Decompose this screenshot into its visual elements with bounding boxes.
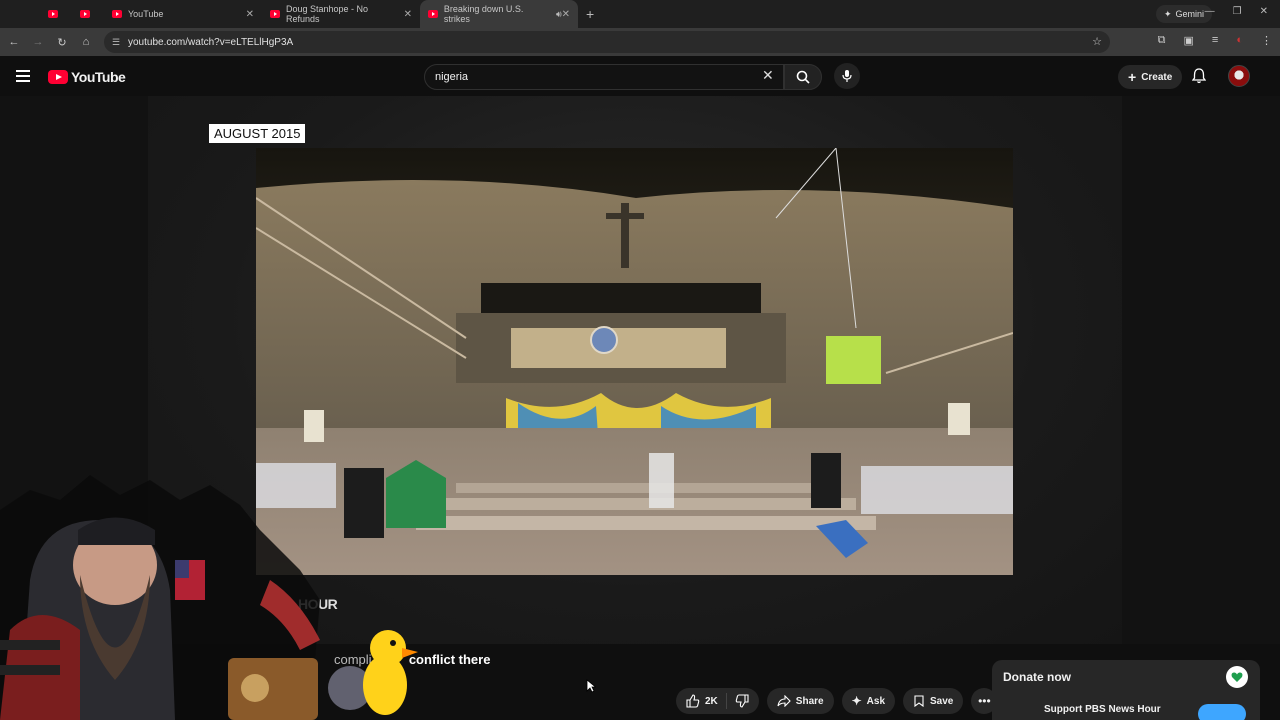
account-avatar[interactable] — [1228, 65, 1250, 87]
voice-search-button[interactable] — [834, 63, 860, 89]
like-dislike-group: 2K — [676, 688, 759, 714]
search-value: nigeria — [435, 71, 469, 83]
extension-toolbar: ⧉ ▣ ≡ ◐ ⋮ — [1158, 34, 1272, 47]
new-tab-icon[interactable]: + — [586, 6, 594, 22]
share-icon — [777, 695, 791, 707]
youtube-play-icon — [48, 70, 68, 84]
url-text: youtube.com/watch?v=eLTELlHgP3A — [128, 36, 294, 48]
close-icon[interactable]: ✕ — [246, 9, 254, 20]
save-playlist-icon — [914, 695, 924, 707]
donate-subtitle: Support PBS News Hour — [1044, 704, 1161, 715]
more-dots-icon: ••• — [978, 694, 991, 708]
plus-icon: + — [1128, 69, 1137, 85]
youtube-favicon-icon — [80, 10, 90, 18]
thumbs-up-icon — [686, 694, 700, 708]
donate-card[interactable]: Donate now Support PBS News Hour — [992, 660, 1260, 720]
minimize-icon[interactable]: — — [1205, 6, 1215, 17]
video-actions-bar: 2K Share ✦ Ask Save ••• — [676, 688, 998, 716]
profile-icon[interactable]: ◐ — [1236, 34, 1243, 47]
restore-icon[interactable]: ❐ — [1233, 6, 1242, 17]
ask-button[interactable]: ✦ Ask — [841, 688, 896, 714]
thumbs-down-icon — [735, 694, 749, 708]
forward-icon[interactable]: → — [26, 36, 50, 48]
sparkle-icon: ✦ — [851, 694, 862, 708]
address-bar-row: ← → ↻ ⌂ ☰ youtube.com/watch?v=eLTELlHgP3… — [0, 28, 1280, 56]
url-field[interactable]: ☰ youtube.com/watch?v=eLTELlHgP3A ☆ — [104, 31, 1110, 53]
tab-label: YouTube — [128, 9, 164, 19]
donate-title: Donate now — [1003, 670, 1071, 684]
dislike-button[interactable] — [727, 694, 759, 708]
search-input[interactable]: nigeria — [424, 64, 784, 90]
tab-youtube[interactable]: YouTube ✕ — [104, 0, 262, 28]
video-date-label: AUGUST 2015 — [209, 124, 306, 143]
tab-label: Breaking down U.S. strikes — [443, 4, 524, 24]
logo-text: YouTube — [71, 69, 126, 85]
home-icon[interactable]: ⌂ — [74, 36, 98, 48]
notifications-bell-icon[interactable] — [1192, 68, 1206, 84]
menu-icon[interactable] — [16, 70, 30, 82]
extensions-icon[interactable]: ⧉ — [1158, 34, 1166, 47]
close-icon[interactable]: ✕ — [562, 9, 570, 20]
close-window-icon[interactable]: ✕ — [1260, 6, 1268, 17]
search-button[interactable] — [784, 64, 822, 90]
mouse-cursor-icon — [586, 679, 596, 693]
share-label: Share — [795, 695, 824, 707]
youtube-favicon-icon — [48, 10, 58, 18]
save-button[interactable]: Save — [903, 688, 964, 714]
sidepanel-icon[interactable]: ▣ — [1184, 34, 1194, 47]
share-button[interactable]: Share — [766, 688, 834, 714]
like-count: 2K — [705, 695, 718, 707]
tab-breaking-down[interactable]: Breaking down U.S. strikes 🔊︎ ✕ — [420, 0, 578, 28]
reload-icon[interactable]: ↻ — [50, 36, 74, 49]
youtube-favicon-icon — [270, 10, 280, 18]
donate-heart-icon — [1226, 666, 1248, 688]
microphone-icon — [842, 70, 852, 82]
close-icon[interactable]: ✕ — [404, 9, 412, 20]
sparkle-icon: ✦ — [1163, 8, 1172, 19]
browser-tab-bar: YouTube ✕ Doug Stanhope - No Refunds ✕ Bre… — [0, 0, 1280, 28]
tab-label: Doug Stanhope - No Refunds — [285, 4, 369, 24]
clear-search-icon[interactable]: ✕ — [762, 67, 774, 84]
donate-button[interactable] — [1198, 704, 1246, 720]
save-label: Save — [930, 695, 954, 707]
search-icon — [796, 70, 810, 84]
tab-pinned-1[interactable] — [40, 0, 72, 28]
youtube-favicon-icon — [112, 10, 122, 18]
create-label: Create — [1141, 71, 1173, 83]
create-button[interactable]: + Create — [1118, 65, 1183, 89]
menu-dots-icon[interactable]: ⋮ — [1261, 34, 1272, 47]
caption-main: conflict there — [408, 652, 491, 667]
youtube-favicon-icon — [428, 10, 438, 18]
back-icon[interactable]: ← — [2, 36, 26, 48]
gemini-label: Gemini — [1175, 9, 1204, 19]
gemini-button[interactable]: ✦ Gemini — [1155, 5, 1212, 23]
media-icon[interactable]: ≡ — [1212, 34, 1218, 47]
youtube-header: YouTube nigeria ✕ + Create — [0, 56, 1280, 96]
ask-label: Ask — [866, 695, 886, 707]
youtube-logo[interactable]: YouTube — [48, 69, 126, 85]
site-info-icon[interactable]: ☰ — [112, 37, 120, 48]
streamer-webcam-overlay — [0, 475, 418, 720]
tab-doug-stanhope[interactable]: Doug Stanhope - No Refunds ✕ — [262, 0, 420, 28]
bookmark-star-icon[interactable]: ☆ — [1092, 35, 1102, 48]
window-controls: — ❐ ✕ — [1205, 6, 1268, 17]
tab-pinned-2[interactable] — [72, 0, 104, 28]
like-button[interactable]: 2K — [676, 693, 727, 709]
